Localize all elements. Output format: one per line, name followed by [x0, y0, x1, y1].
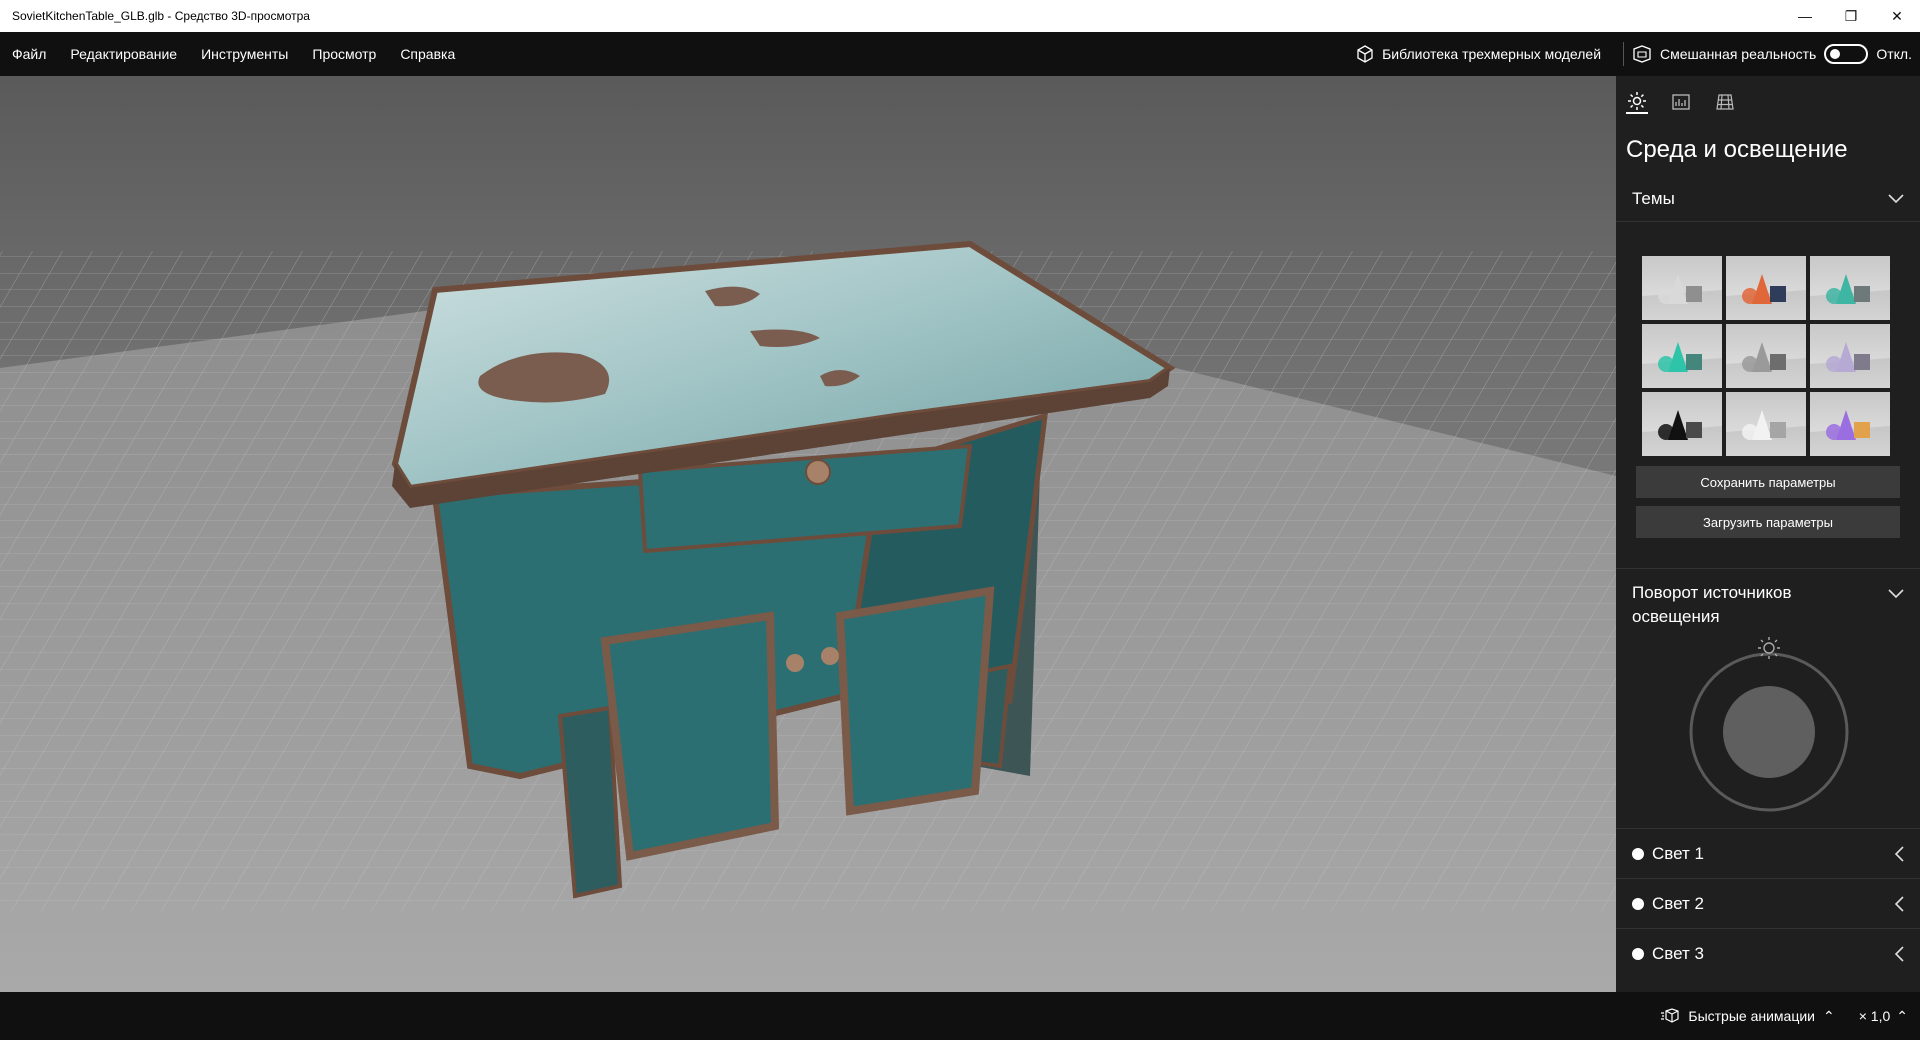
drawer-knob — [805, 459, 831, 485]
theme-preview — [1726, 342, 1806, 388]
mixed-reality-label: Смешанная реальность — [1660, 46, 1817, 62]
theme-preview — [1810, 342, 1890, 388]
environment-panel: Среда и освещение Темы Сохранить парамет… — [1616, 76, 1920, 992]
theme-preview — [1642, 342, 1722, 388]
light-2-label: Свет 2 — [1652, 893, 1704, 913]
menu-help[interactable]: Справка — [388, 32, 467, 76]
menu-view[interactable]: Просмотр — [300, 32, 388, 76]
theme-tile-3[interactable] — [1810, 256, 1890, 320]
light-3-label: Свет 3 — [1652, 943, 1704, 963]
door-knob-left — [786, 654, 804, 672]
theme-preview — [1726, 410, 1806, 456]
chevron-up-icon: ⌃ — [1823, 1007, 1835, 1024]
themes-section-header[interactable]: Темы — [1616, 176, 1920, 222]
scene-svg — [0, 240, 1616, 992]
theme-tile-8[interactable] — [1726, 392, 1806, 456]
chevron-left-icon — [1894, 845, 1904, 862]
save-settings-button[interactable]: Сохранить параметры — [1636, 466, 1900, 498]
stats-icon — [1672, 94, 1690, 110]
speed-value: × 1,0 — [1858, 1008, 1891, 1024]
menu-separator — [1623, 42, 1625, 66]
bottom-bar: Быстрые анимации ⌃ × 1,0 ⌃ — [0, 992, 1920, 1040]
light-1-row[interactable]: Свет 1 — [1616, 828, 1920, 878]
light-3-row[interactable]: Свет 3 — [1616, 928, 1920, 978]
mixed-reality-icon — [1633, 45, 1651, 63]
light-rotation-label: Поворот источников освещения — [1632, 583, 1792, 626]
theme-preview — [1726, 274, 1806, 320]
light-2-row[interactable]: Свет 2 — [1616, 878, 1920, 928]
themes-grid — [1616, 222, 1920, 456]
mixed-reality-toggle[interactable] — [1824, 44, 1869, 64]
menu-bar: Файл Редактирование Инструменты Просмотр… — [0, 32, 1920, 76]
3d-library-label: Библиотека трехмерных моделей — [1382, 46, 1602, 62]
theme-tile-2[interactable] — [1726, 256, 1806, 320]
dial-sun-icon[interactable] — [1758, 637, 1780, 659]
animation-icon — [1661, 1008, 1679, 1023]
theme-preview — [1642, 274, 1722, 320]
theme-preview — [1810, 410, 1890, 456]
speed-control[interactable]: × 1,0 ⌃ — [1859, 1008, 1908, 1025]
light-2-color-dot — [1632, 897, 1644, 910]
quick-animations-button[interactable]: Быстрые анимации ⌃ — [1660, 1007, 1835, 1025]
restore-button[interactable]: ❐ — [1828, 0, 1874, 32]
light-rotation-header[interactable]: Поворот источников освещения — [1616, 568, 1920, 632]
theme-tile-9[interactable] — [1810, 392, 1890, 456]
light-1-color-dot — [1632, 847, 1644, 860]
mixed-reality-state: Откл. — [1876, 46, 1912, 62]
light-3-color-dot — [1632, 947, 1644, 960]
sun-icon — [1628, 92, 1646, 110]
cube-icon — [1357, 45, 1373, 63]
title-bar: SovietKitchenTable_GLB.glb - Средство 3D… — [0, 0, 1920, 32]
3d-library-button[interactable]: Библиотека трехмерных моделей — [1342, 32, 1615, 76]
chevron-down-icon — [1888, 589, 1904, 599]
3d-viewport[interactable] — [0, 76, 1616, 992]
toggle-knob — [1830, 49, 1841, 59]
theme-preview — [1642, 410, 1722, 456]
menu-file[interactable]: Файл — [0, 32, 58, 76]
theme-tile-6[interactable] — [1810, 324, 1890, 388]
theme-tile-5[interactable] — [1726, 324, 1806, 388]
chevron-left-icon — [1894, 895, 1904, 912]
dial-svg — [1689, 637, 1849, 812]
themes-header-label: Темы — [1632, 188, 1675, 208]
close-button[interactable]: ✕ — [1874, 0, 1920, 32]
tab-statistics[interactable] — [1670, 90, 1692, 114]
light-rotation-dial[interactable] — [1616, 632, 1920, 828]
light-1-label: Свет 1 — [1652, 843, 1704, 863]
menu-tools[interactable]: Инструменты — [189, 32, 300, 76]
chevron-down-icon — [1888, 193, 1904, 203]
cabinet-door-right — [835, 586, 995, 816]
quick-animations-label: Быстрые анимации — [1688, 1008, 1815, 1024]
cabinet-door-left — [600, 611, 780, 861]
tab-environment[interactable] — [1626, 90, 1648, 114]
minimize-button[interactable]: — — [1782, 0, 1828, 32]
load-settings-button[interactable]: Загрузить параметры — [1636, 506, 1900, 538]
grid-icon — [1716, 94, 1734, 110]
window-title: SovietKitchenTable_GLB.glb - Средство 3D… — [12, 9, 310, 23]
mixed-reality-group: Смешанная реальность Откл. — [1632, 44, 1920, 64]
chevron-up-icon: ⌃ — [1896, 1007, 1908, 1024]
menu-edit[interactable]: Редактирование — [58, 32, 189, 76]
panel-tabs — [1616, 76, 1920, 122]
chevron-left-icon — [1894, 945, 1904, 962]
theme-tile-1[interactable] — [1642, 256, 1722, 320]
theme-tile-4[interactable] — [1642, 324, 1722, 388]
theme-tile-7[interactable] — [1642, 392, 1722, 456]
tab-grid[interactable] — [1714, 90, 1736, 114]
theme-preview — [1810, 274, 1890, 320]
panel-title: Среда и освещение — [1626, 136, 1848, 163]
door-knob-right — [821, 647, 839, 665]
